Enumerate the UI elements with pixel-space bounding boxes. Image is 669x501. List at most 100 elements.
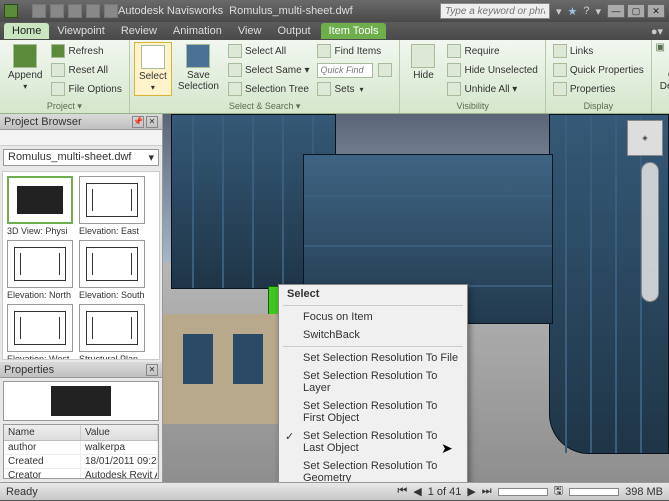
properties-grid[interactable]: NameValue authorwalkerpa Created18/01/20… [3, 424, 159, 479]
append-button[interactable]: Append▾ [4, 42, 46, 94]
select-button[interactable]: Select▾ [134, 42, 172, 96]
ctx-res-first[interactable]: Set Selection Resolution To First Object [279, 397, 467, 427]
thumb-elevation-west[interactable] [7, 304, 73, 352]
project-browser-header[interactable]: Project Browser 📌✕ [0, 114, 162, 130]
clash-detective-button[interactable]: Clash Detective [656, 42, 669, 94]
context-menu: Select Focus on Item SwitchBack Set Sele… [278, 284, 468, 482]
thumb-caption: Structural Plan… [79, 354, 147, 360]
ctx-header: Select [279, 285, 467, 303]
close-button[interactable]: ✕ [647, 4, 665, 18]
tab-output[interactable]: Output [270, 23, 319, 39]
thumb-caption: Elevation: North [7, 290, 75, 300]
sheet-first-icon[interactable]: ⏮ [397, 485, 407, 498]
sets-button[interactable]: Sets▾ [314, 80, 395, 98]
cursor-icon [141, 45, 165, 69]
ctx-res-layer[interactable]: Set Selection Resolution To Layer [279, 367, 467, 397]
thumb-3d-view[interactable] [7, 176, 73, 224]
3d-viewport[interactable]: ◈ Select Focus on Item SwitchBack Set Se… [163, 114, 669, 482]
ctx-res-file[interactable]: Set Selection Resolution To File [279, 349, 467, 367]
workspace: Project Browser 📌✕ Romulus_multi-sheet.d… [0, 114, 669, 482]
sheet-last-icon[interactable]: ⏭ [482, 485, 492, 498]
grid-cell: author [4, 441, 81, 454]
quick-find-go-icon[interactable] [378, 63, 392, 77]
links-button[interactable]: Links [550, 42, 647, 60]
page-indicator: 1 of 41 [428, 486, 462, 498]
check-icon: ✓ [285, 430, 294, 443]
thumb-elevation-east[interactable] [79, 176, 145, 224]
sheet-dropdown[interactable]: Romulus_multi-sheet.dwf▾ [3, 149, 159, 166]
memory-bar [569, 488, 619, 496]
quick-find-input[interactable] [317, 63, 373, 78]
select-all-button[interactable]: Select All [225, 42, 313, 60]
qat-redo-icon[interactable] [104, 4, 118, 18]
disk-icon[interactable]: 🖫 [554, 482, 563, 501]
sheet-prev-icon[interactable]: ◀ [413, 485, 421, 498]
qat-undo-icon[interactable] [86, 4, 100, 18]
tree-icon [228, 82, 242, 96]
nav-bar[interactable] [641, 162, 659, 302]
help-search-input[interactable] [440, 3, 550, 19]
unhide-icon [447, 82, 461, 96]
qat-new-icon[interactable] [32, 4, 46, 18]
hide-unsel-icon [447, 63, 461, 77]
sheet-next-icon[interactable]: ▶ [467, 485, 475, 498]
group-label-visibility: Visibility [400, 101, 544, 113]
grid-header-value[interactable]: Value [81, 425, 158, 440]
window-controls: — ▢ ✕ [607, 4, 665, 18]
panel-pin-icon[interactable]: 📌 [132, 116, 144, 128]
hide-button[interactable]: Hide [404, 42, 442, 83]
find-items-button[interactable]: Find Items [314, 42, 395, 60]
ctx-switchback[interactable]: SwitchBack [279, 326, 467, 344]
group-label-selsearch: Select & Search ▾ [130, 101, 400, 113]
tab-view[interactable]: View [230, 23, 270, 39]
thumb-elevation-south[interactable] [79, 240, 145, 288]
tab-item-tools[interactable]: Item Tools [321, 23, 387, 39]
ribbon: ▣ Append▾ Refresh Reset All File Options… [0, 40, 669, 114]
properties-button[interactable]: Properties [550, 80, 647, 98]
panel-close-icon[interactable]: ✕ [146, 116, 158, 128]
maximize-button[interactable]: ▢ [627, 4, 645, 18]
require-button[interactable]: Require [444, 42, 540, 60]
grid-header-name[interactable]: Name [4, 425, 81, 440]
tab-home[interactable]: Home [4, 23, 49, 39]
qat-open-icon[interactable] [50, 4, 64, 18]
thumb-structural-plan[interactable] [79, 304, 145, 352]
minimize-button[interactable]: — [607, 4, 625, 18]
require-icon [447, 44, 461, 58]
ribbon-tabs: Home Viewpoint Review Animation View Out… [0, 22, 669, 40]
ribbon-help-icon[interactable]: ●▾ [645, 25, 669, 38]
project-browser-panel: Project Browser 📌✕ Romulus_multi-sheet.d… [0, 114, 163, 482]
reset-all-button[interactable]: Reset All [48, 61, 124, 79]
panel-close-icon[interactable]: ✕ [146, 364, 158, 376]
qat-save-icon[interactable] [68, 4, 82, 18]
ribbon-group-display: Links Quick Properties Properties Displa… [546, 40, 652, 113]
select-same-button[interactable]: Select Same ▾ [225, 61, 313, 79]
tab-review[interactable]: Review [113, 23, 165, 39]
hide-unselected-button[interactable]: Hide Unselected [444, 61, 540, 79]
select-all-icon [228, 44, 242, 58]
properties-header[interactable]: Properties✕ [0, 362, 162, 378]
reset-icon [51, 63, 65, 77]
ctx-focus[interactable]: Focus on Item [279, 308, 467, 326]
thumb-elevation-north[interactable] [7, 240, 73, 288]
unhide-all-button[interactable]: Unhide All ▾ [444, 80, 540, 98]
file-options-button[interactable]: File Options [48, 80, 124, 98]
viewcube[interactable]: ◈ [627, 120, 663, 156]
save-selection-button[interactable]: Save Selection [174, 42, 223, 94]
status-text: Ready [6, 486, 38, 498]
tab-viewpoint[interactable]: Viewpoint [49, 23, 113, 39]
sheet-thumbnails: 3D View: Physi Elevation: East Elevation… [2, 171, 160, 360]
refresh-button[interactable]: Refresh [48, 42, 124, 60]
title-bar: Autodesk Navisworks Romulus_multi-sheet.… [0, 0, 669, 22]
group-label-project: Project ▾ [0, 101, 129, 113]
cursor-icon: ➤ [441, 440, 453, 457]
app-logo-icon[interactable] [4, 4, 18, 18]
tab-animation[interactable]: Animation [165, 23, 230, 39]
grid-cell: Created [4, 455, 81, 468]
selection-tree-button[interactable]: Selection Tree [225, 80, 313, 98]
find-icon [317, 44, 331, 58]
ctx-res-last[interactable]: ✓Set Selection Resolution To Last Object [279, 427, 467, 457]
quick-props-button[interactable]: Quick Properties [550, 61, 647, 79]
ctx-res-geom[interactable]: Set Selection Resolution To Geometry [279, 457, 467, 482]
sets-icon [317, 82, 331, 96]
